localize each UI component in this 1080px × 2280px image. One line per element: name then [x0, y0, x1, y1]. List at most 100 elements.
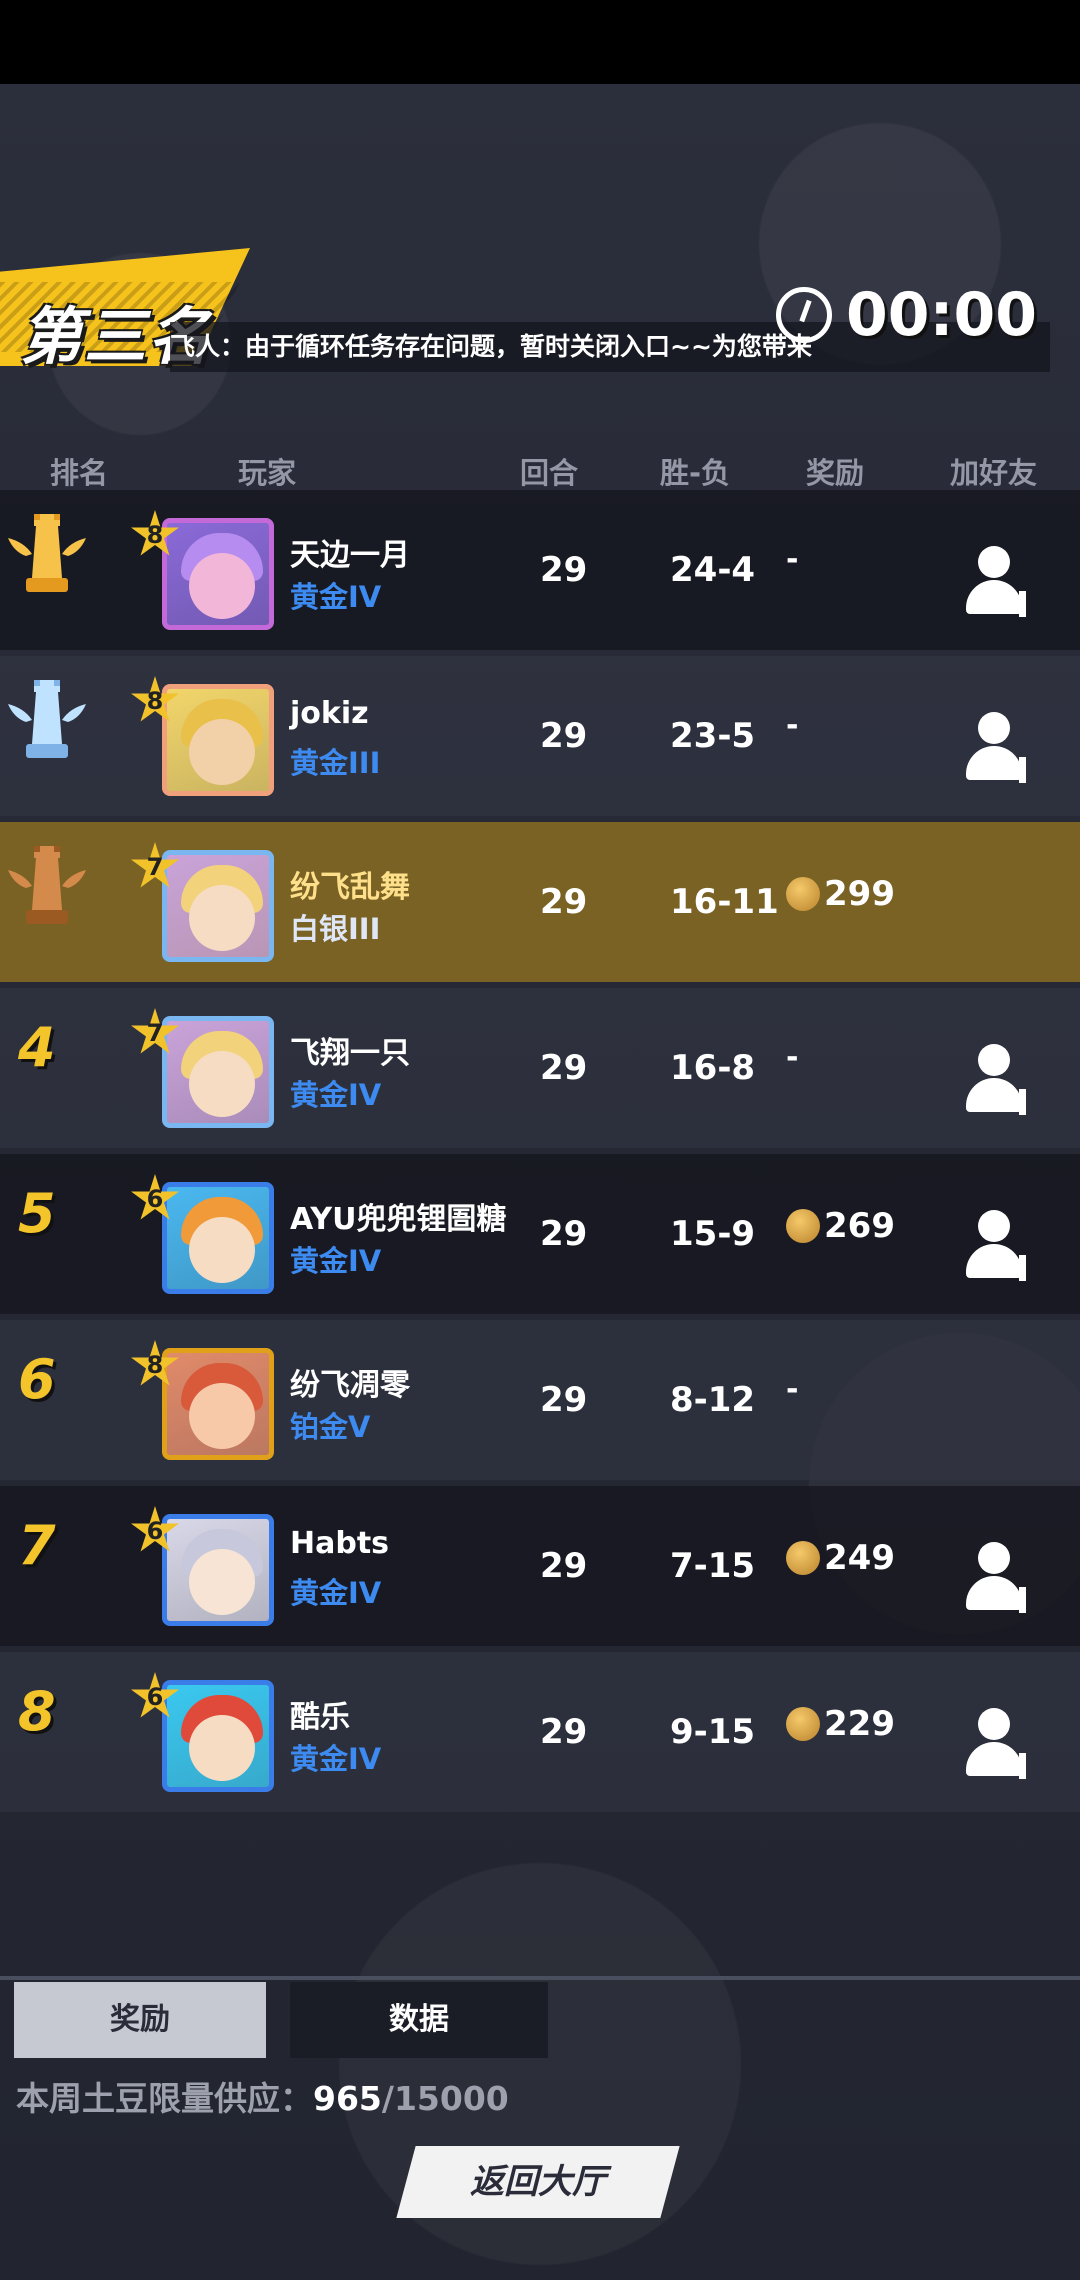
reward-value: - — [786, 1372, 799, 1407]
avatar-face — [189, 1051, 255, 1117]
supply-info: 本周土豆限量供应：965/15000 — [16, 2072, 509, 2120]
col-rounds: 回合 — [520, 456, 579, 490]
add-friend-icon-body — [966, 1244, 1022, 1278]
add-friend-icon-plus — [1019, 1255, 1026, 1281]
rounds-value: 29 — [540, 550, 588, 590]
reward-value: 229 — [824, 1704, 895, 1744]
add-friend-icon-head — [978, 546, 1010, 578]
player-name: 飞翔一只 — [290, 1036, 410, 1071]
win-loss-value: 23-5 — [670, 716, 756, 756]
rank-number: 5 — [18, 1182, 56, 1245]
reward: - — [786, 1040, 798, 1075]
potato-icon — [786, 1541, 820, 1575]
add-friend-icon-head — [978, 1044, 1010, 1076]
add-friend-icon[interactable] — [966, 1542, 1038, 1614]
reward-value: - — [786, 708, 799, 743]
divider — [0, 1976, 1080, 1980]
win-loss-value: 15-9 — [670, 1214, 756, 1254]
reward: - — [786, 708, 798, 743]
leaderboard-row[interactable]: 8 6 酷乐 黄金IV 29 9-15 229 — [0, 1652, 1080, 1812]
timer-text: 00:00 — [846, 280, 1037, 350]
leaderboard-row[interactable]: 8 jokiz 黄金III 29 23-5 - — [0, 656, 1080, 816]
player-tier: 黄金IV — [290, 580, 382, 614]
leaderboard-row[interactable]: 7 纷飞乱舞 白银III 29 16-11 299 — [0, 822, 1080, 982]
leaderboard-row[interactable]: 8 天边一月 黄金IV 29 24-4 - — [0, 490, 1080, 650]
leaderboard-row[interactable]: 6 8 纷飞凋零 铂金V 29 8-12 - — [0, 1320, 1080, 1480]
rank-number: 7 — [18, 1514, 56, 1577]
reward-value: - — [786, 542, 799, 577]
rounds-value: 29 — [540, 1712, 588, 1752]
leaderboard-row[interactable]: 4 7 飞翔一只 黄金IV 29 16-8 - — [0, 988, 1080, 1148]
clock-icon — [776, 287, 832, 343]
add-friend-icon[interactable] — [966, 1708, 1038, 1780]
avatar-face — [189, 719, 255, 785]
avatar-face — [189, 1715, 255, 1781]
reward: - — [786, 542, 798, 577]
rounds-value: 29 — [540, 882, 588, 922]
add-friend-icon[interactable] — [966, 712, 1038, 784]
leaderboard-row[interactable]: 7 6 Habts 黄金IV 29 7-15 249 — [0, 1486, 1080, 1646]
player-name: 纷飞凋零 — [290, 1368, 410, 1403]
timer: 00:00 — [776, 280, 1037, 350]
bronze-trophy-icon — [8, 846, 86, 924]
player-tier: 黄金III — [290, 746, 381, 780]
player-tier: 铂金V — [290, 1410, 371, 1444]
silver-trophy-icon — [8, 680, 86, 758]
col-reward: 奖励 — [806, 456, 865, 490]
level-number: 8 — [146, 521, 164, 549]
add-friend-icon[interactable] — [966, 1210, 1038, 1282]
avatar-face — [189, 885, 255, 951]
gold-trophy-icon — [8, 514, 86, 592]
player-name: 天边一月 — [290, 538, 410, 573]
col-win-loss: 胜-负 — [660, 456, 731, 490]
level-number: 8 — [146, 1351, 164, 1379]
col-add-friend: 加好友 — [950, 456, 1038, 490]
player-tier: 黄金IV — [290, 1576, 382, 1610]
reward-value: - — [786, 1040, 799, 1075]
rank-number: 6 — [18, 1348, 56, 1411]
reward-value: 269 — [824, 1206, 895, 1246]
potato-icon — [786, 1209, 820, 1243]
reward: - — [786, 1372, 798, 1407]
player-name: AYU兜兜锂圄糖 — [290, 1202, 507, 1237]
add-friend-icon-head — [978, 1542, 1010, 1574]
add-friend-icon[interactable] — [966, 546, 1038, 618]
add-friend-icon-head — [978, 712, 1010, 744]
rank-number: 4 — [18, 1016, 56, 1079]
player-name: jokiz — [290, 696, 369, 731]
rounds-value: 29 — [540, 1380, 588, 1420]
add-friend-icon-body — [966, 1576, 1022, 1610]
player-name: 纷飞乱舞 — [290, 870, 410, 905]
add-friend-icon-body — [966, 746, 1022, 780]
reward: 269 — [786, 1206, 895, 1246]
tab-data[interactable]: 数据 — [290, 1982, 548, 2058]
rounds-value: 29 — [540, 1546, 588, 1586]
status-bar — [0, 0, 1080, 84]
add-friend-icon-body — [966, 1742, 1022, 1776]
add-friend-icon[interactable] — [966, 1044, 1038, 1116]
supply-total: /15000 — [381, 2079, 509, 2118]
win-loss-value: 24-4 — [670, 550, 756, 590]
win-loss-value: 8-12 — [670, 1380, 756, 1420]
leaderboard-row[interactable]: 5 6 AYU兜兜锂圄糖 黄金IV 29 15-9 269 — [0, 1154, 1080, 1314]
potato-icon — [786, 877, 820, 911]
rounds-value: 29 — [540, 716, 588, 756]
win-loss-value: 16-11 — [670, 882, 779, 922]
reward: 299 — [786, 874, 895, 914]
add-friend-icon-body — [966, 580, 1022, 614]
level-number: 8 — [146, 687, 164, 715]
add-friend-icon-plus — [1019, 757, 1026, 783]
add-friend-icon-plus — [1019, 1587, 1026, 1613]
level-number: 6 — [146, 1683, 164, 1711]
level-number: 7 — [146, 853, 164, 881]
avatar-face — [189, 1217, 255, 1283]
rounds-value: 29 — [540, 1214, 588, 1254]
tab-reward[interactable]: 奖励 — [14, 1982, 266, 2058]
win-loss-value: 7-15 — [670, 1546, 756, 1586]
back-to-lobby-button[interactable]: 返回大厅 — [406, 2146, 670, 2218]
player-tier: 白银III — [290, 912, 381, 946]
add-friend-icon-body — [966, 1078, 1022, 1112]
player-tier: 黄金IV — [290, 1078, 382, 1112]
potato-icon — [786, 1707, 820, 1741]
player-name: 酷乐 — [290, 1700, 350, 1735]
